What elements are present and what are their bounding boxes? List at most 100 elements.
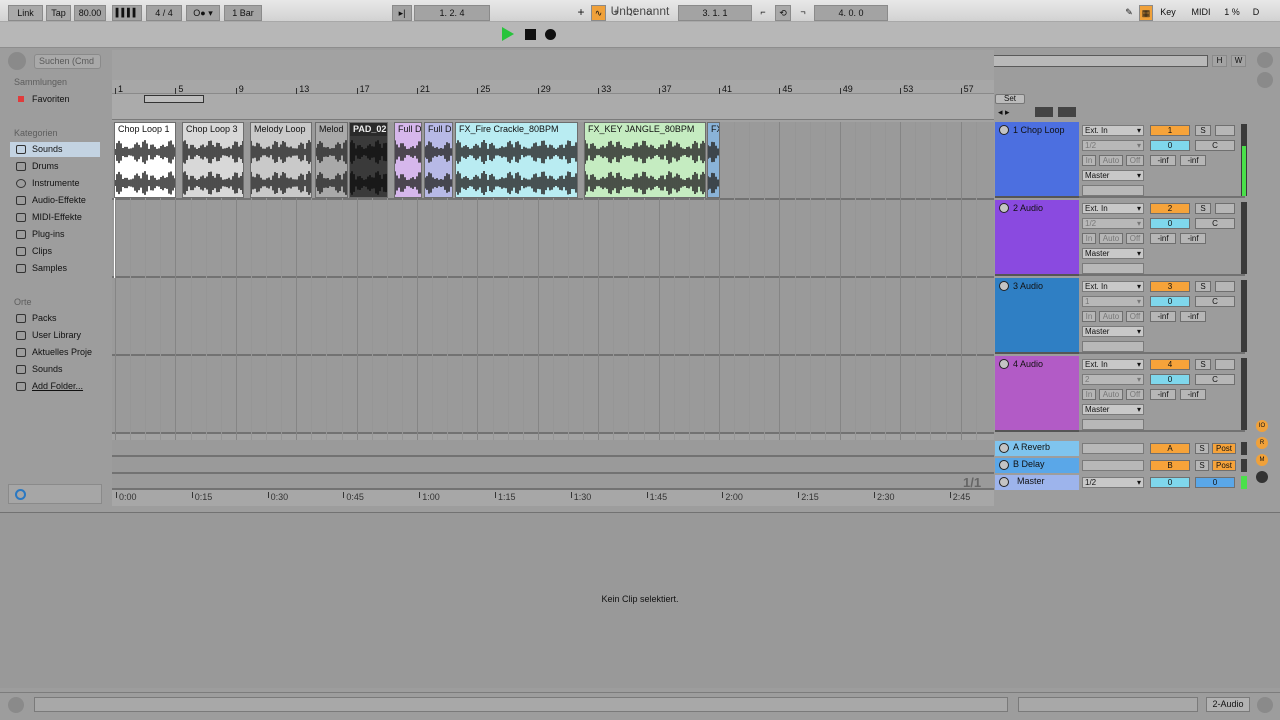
favorites-item[interactable]: Favoriten [10,92,100,107]
fold-track-icon[interactable] [999,203,1009,213]
time-signature-field[interactable]: 4 / 4 [146,5,182,21]
category-midi-effects[interactable]: MIDI-Effekte [10,210,100,225]
h-toggle-button[interactable]: H [1212,55,1227,67]
fold-track-icon[interactable] [999,281,1009,291]
overdub-icon[interactable]: + [574,5,588,21]
input-type-dropdown[interactable]: Ext. In [1082,125,1144,136]
send-a-field[interactable]: -inf [1150,389,1176,400]
detail-toggle-icon[interactable] [1257,697,1273,713]
send-a-field[interactable]: -inf [1150,233,1176,244]
audio-clip[interactable]: PAD_02 [349,122,388,198]
input-type-dropdown[interactable]: Ext. In [1082,281,1144,292]
tempo-field[interactable]: 80.00 [74,5,106,21]
link-button[interactable]: Link [8,5,43,21]
pre-post-button[interactable]: Post [1212,443,1236,454]
track-activator-button[interactable]: 1 [1150,125,1190,136]
category-clips[interactable]: Clips [10,244,100,259]
monitor-off-button[interactable]: Off [1126,311,1144,322]
volume-field[interactable]: 0 [1150,218,1190,229]
audio-clip[interactable]: FX [707,122,720,198]
input-channel-dropdown[interactable]: 1/2 [1082,218,1144,229]
fold-return-icon[interactable] [999,460,1009,470]
monitor-auto-button[interactable]: Auto [1099,155,1123,166]
input-channel-dropdown[interactable]: 2 [1082,374,1144,385]
audio-clip[interactable]: Full D [424,122,453,198]
automation-arm-icon[interactable]: ∿ [591,5,606,21]
capture-icon[interactable]: ⛶ [626,5,640,21]
output-dropdown[interactable]: Master [1082,248,1144,259]
preview-icon[interactable] [15,489,26,500]
nav-arrows-icon[interactable]: ◂ ▸ [998,107,1010,118]
category-drums[interactable]: Drums [10,159,100,174]
play-icon[interactable] [502,27,514,41]
session-record-icon[interactable]: ○ [642,5,656,21]
volume-field[interactable]: 0 [1150,140,1190,151]
monitor-auto-button[interactable]: Auto [1099,233,1123,244]
arm-record-icon[interactable] [1215,125,1235,136]
solo-button[interactable]: S [1195,281,1211,292]
arrangement-view-icon[interactable] [1257,72,1273,88]
quantize-dropdown[interactable]: 1 Bar [224,5,262,21]
io-toggle-icon[interactable]: IO [1256,420,1268,432]
w-toggle-button[interactable]: W [1231,55,1246,67]
output-dropdown[interactable]: Master [1082,326,1144,337]
mixer-toggle-icon[interactable]: M [1256,454,1268,466]
info-toggle-icon[interactable] [8,697,24,713]
monitor-in-button[interactable]: In [1082,233,1096,244]
reenable-automation-icon[interactable]: + [609,5,623,21]
input-channel-dropdown[interactable]: 1/2 [1082,140,1144,151]
monitor-in-button[interactable]: In [1082,389,1096,400]
fold-track-icon[interactable] [999,359,1009,369]
pan-field[interactable]: C [1195,374,1235,385]
master-output-dropdown[interactable]: 1/2 [1082,477,1144,488]
category-sounds[interactable]: Sounds [10,142,100,157]
monitor-in-button[interactable]: In [1082,311,1096,322]
send-b-field[interactable]: -inf [1180,311,1206,322]
return-activator-button[interactable]: B [1150,460,1190,471]
master-cue-field[interactable]: 0 [1195,477,1235,488]
place-user-library[interactable]: User Library [10,328,100,343]
record-icon[interactable] [545,29,556,40]
output-dropdown[interactable]: Master [1082,404,1144,415]
loop-switch-icon[interactable]: ⟲ [775,5,791,21]
return-solo-button[interactable]: S [1195,460,1209,471]
category-samples[interactable]: Samples [10,261,100,276]
return-solo-button[interactable]: S [1195,443,1209,454]
time-ruler[interactable] [112,490,994,506]
punch-in-icon[interactable]: ⌐ [754,5,772,21]
session-view-icon[interactable] [1257,52,1273,68]
category-audio-effects[interactable]: Audio-Effekte [10,193,100,208]
pan-field[interactable]: C [1195,296,1235,307]
monitor-off-button[interactable]: Off [1126,155,1144,166]
solo-button[interactable]: S [1195,203,1211,214]
punch-out-icon[interactable]: ¬ [794,5,812,21]
fold-track-icon[interactable] [999,125,1009,135]
loop-locator-lane[interactable] [112,94,994,120]
place-sounds[interactable]: Sounds [10,362,100,377]
send-b-field[interactable]: -inf [1180,233,1206,244]
search-input[interactable]: Suchen (Cmd [34,54,101,69]
solo-button[interactable]: S [1195,125,1211,136]
track-activator-button[interactable]: 3 [1150,281,1190,292]
send-a-field[interactable]: -inf [1150,311,1176,322]
audio-clip[interactable]: Melody Loop [250,122,312,198]
volume-field[interactable]: 0 [1150,374,1190,385]
set-button[interactable]: Set [995,94,1025,104]
arm-record-icon[interactable] [1215,203,1235,214]
input-type-dropdown[interactable]: Ext. In [1082,359,1144,370]
input-channel-dropdown[interactable]: 1 [1082,296,1144,307]
arm-record-icon[interactable] [1215,359,1235,370]
expand-icon[interactable] [1035,107,1053,117]
key-map-button[interactable]: Key [1155,5,1181,21]
arrangement-position-icon[interactable]: ▸| [392,5,412,21]
audio-clip[interactable]: Chop Loop 1 [114,122,176,198]
metronome-icon[interactable]: ▌▌▌▌ [112,5,142,21]
send-b-field[interactable]: -inf [1180,155,1206,166]
add-folder-link[interactable]: Add Folder... [10,379,100,394]
track-activator-button[interactable]: 4 [1150,359,1190,370]
master-volume-field[interactable]: 0 [1150,477,1190,488]
song-position-field[interactable]: 1. 2. 4 [414,5,490,21]
place-packs[interactable]: Packs [10,311,100,326]
monitor-off-button[interactable]: Off [1126,389,1144,400]
return-lane-b[interactable] [112,457,994,474]
